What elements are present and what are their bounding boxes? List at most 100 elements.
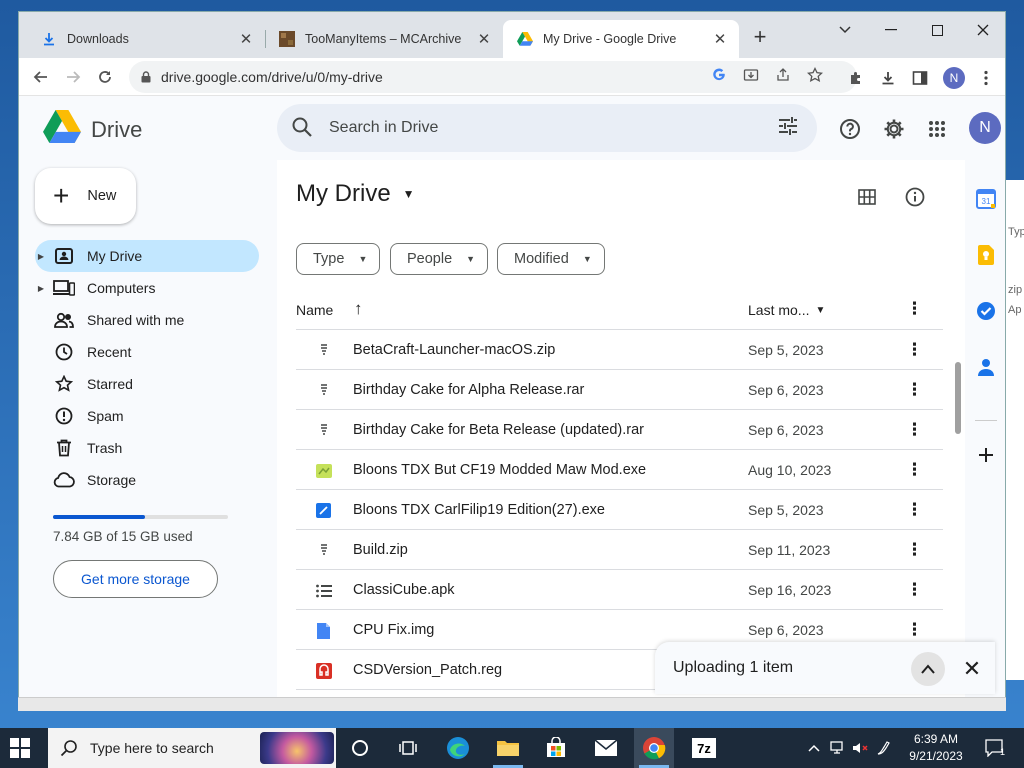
zip-icon <box>315 422 332 439</box>
minimize-button[interactable] <box>868 16 914 44</box>
side-panel-icon[interactable] <box>909 67 931 89</box>
filter-people-chip[interactable]: People ▼ <box>390 243 489 275</box>
windows-start-icon[interactable] <box>10 738 30 758</box>
bookmark-star-icon[interactable] <box>805 65 825 85</box>
profile-avatar[interactable]: N <box>943 67 965 89</box>
more-options-icon[interactable]: ⋮ <box>906 620 923 640</box>
window-close-button[interactable] <box>960 16 1005 44</box>
downloads-icon[interactable] <box>877 67 899 89</box>
expand-upload-button[interactable] <box>911 652 945 686</box>
tab-google-drive[interactable]: My Drive - Google Drive ✕ <box>503 20 739 58</box>
file-row[interactable]: Birthday Cake for Alpha Release.rar Sep 6… <box>296 370 943 410</box>
tab-search-icon[interactable] <box>822 16 868 44</box>
share-icon[interactable] <box>773 65 793 85</box>
chevron-up-icon[interactable] <box>806 740 822 756</box>
network-icon[interactable] <box>830 740 846 756</box>
search-icon[interactable] <box>291 116 315 140</box>
more-options-icon[interactable]: ⋮ <box>906 580 923 600</box>
nav-item-storage[interactable]: Storage <box>35 464 259 496</box>
more-options-icon[interactable]: ⋮ <box>906 299 923 319</box>
apps-grid-icon[interactable] <box>924 116 950 142</box>
tab-mcarchive[interactable]: TooManyItems – MCArchive ✕ <box>265 20 503 58</box>
sort-up-arrow-icon[interactable]: ↑ <box>354 299 363 319</box>
chrome-icon[interactable] <box>642 736 666 760</box>
new-button[interactable]: + New <box>35 168 136 224</box>
filter-type-chip[interactable]: Type ▼ <box>296 243 381 275</box>
reload-button[interactable] <box>91 63 119 91</box>
expand-caret-icon[interactable]: ▶ <box>35 252 47 261</box>
filter-modified-chip[interactable]: Modified ▼ <box>497 243 605 275</box>
edge-browser-icon[interactable] <box>446 736 470 760</box>
nav-item-recent[interactable]: Recent <box>35 336 259 368</box>
file-row[interactable]: BetaCraft-Launcher-macOS.zip Sep 5, 2023 ⋮ <box>296 330 943 370</box>
scrollbar-thumb[interactable] <box>955 362 961 434</box>
file-row[interactable]: ClassiCube.apk Sep 16, 2023 ⋮ <box>296 570 943 610</box>
close-icon[interactable]: ✕ <box>475 30 493 48</box>
google-drive-favicon <box>517 31 533 47</box>
mail-icon[interactable] <box>594 736 618 760</box>
contacts-icon[interactable] <box>975 356 997 378</box>
notification-center-icon[interactable]: 1 <box>984 738 1006 758</box>
calendar-icon[interactable]: 31 <box>975 188 997 210</box>
file-row[interactable]: Birthday Cake for Beta Release (updated)… <box>296 410 943 450</box>
file-explorer-icon[interactable] <box>496 736 520 760</box>
system-clock[interactable]: 6:39 AM 9/21/2023 <box>900 731 972 765</box>
nav-item-starred[interactable]: Starred <box>35 368 259 400</box>
new-tab-button[interactable]: + <box>747 25 773 51</box>
window-bottom-scrollbar <box>18 697 1006 711</box>
back-button[interactable] <box>27 63 55 91</box>
taskbar-search-box[interactable]: Type here to search <box>48 728 336 768</box>
account-avatar[interactable]: N <box>969 112 1001 144</box>
my-drive-icon <box>53 245 75 267</box>
column-modified-header[interactable]: Last mo... ▼ <box>748 302 825 318</box>
nav-item-trash[interactable]: Trash <box>35 432 259 464</box>
forward-button[interactable] <box>59 63 87 91</box>
add-icon[interactable] <box>975 444 997 466</box>
google-lens-icon[interactable] <box>709 65 729 85</box>
extensions-icon[interactable] <box>845 67 867 89</box>
keep-icon[interactable] <box>975 244 997 266</box>
search-input[interactable]: Search in Drive <box>329 119 777 137</box>
info-icon[interactable] <box>902 184 928 210</box>
help-icon[interactable] <box>837 116 863 142</box>
task-view-icon[interactable] <box>396 736 420 760</box>
more-options-icon[interactable]: ⋮ <box>906 340 923 360</box>
file-row[interactable]: Build.zip Sep 11, 2023 ⋮ <box>296 530 943 570</box>
file-modified-date: Sep 16, 2023 <box>748 582 832 598</box>
tab-downloads[interactable]: Downloads ✕ <box>27 20 265 58</box>
drive-logo[interactable]: Drive <box>43 110 142 149</box>
volume-muted-icon[interactable] <box>852 740 868 756</box>
get-more-storage-button[interactable]: Get more storage <box>53 560 218 598</box>
search-options-icon[interactable] <box>777 115 803 141</box>
more-options-icon[interactable]: ⋮ <box>906 420 923 440</box>
page-title[interactable]: My Drive ▼ <box>296 180 415 208</box>
more-options-icon[interactable]: ⋮ <box>906 540 923 560</box>
left-navigation: + New ▶ My Drive ▶ Computers Shared with… <box>19 160 277 710</box>
pen-workspace-icon[interactable] <box>876 740 892 756</box>
more-options-icon[interactable]: ⋮ <box>906 500 923 520</box>
nav-item-computers[interactable]: ▶ Computers <box>35 272 259 304</box>
install-app-icon[interactable] <box>741 65 761 85</box>
expand-caret-icon[interactable]: ▶ <box>35 284 47 293</box>
column-name-header[interactable]: Name <box>296 302 333 318</box>
nav-item-my-drive[interactable]: ▶ My Drive <box>35 240 259 272</box>
nav-item-shared-with-me[interactable]: Shared with me <box>35 304 259 336</box>
more-options-icon[interactable]: ⋮ <box>906 460 923 480</box>
search-bar[interactable]: Search in Drive <box>277 104 817 152</box>
settings-gear-icon[interactable] <box>881 116 907 142</box>
grid-view-icon[interactable] <box>854 184 880 210</box>
notification-count: 1 <box>1000 747 1005 757</box>
menu-icon[interactable] <box>975 67 997 89</box>
close-icon[interactable]: ✕ <box>711 30 729 48</box>
close-icon[interactable]: ✕ <box>237 30 255 48</box>
file-row[interactable]: Bloons TDX But CF19 Modded Maw Mod.exe Au… <box>296 450 943 490</box>
microsoft-store-icon[interactable] <box>544 736 568 760</box>
tasks-icon[interactable] <box>975 300 997 322</box>
maximize-button[interactable] <box>914 16 960 44</box>
7zip-icon[interactable]: 7z <box>692 736 716 760</box>
close-upload-button[interactable]: ✕ <box>957 654 987 684</box>
nav-item-spam[interactable]: Spam <box>35 400 259 432</box>
cortana-icon[interactable] <box>348 736 372 760</box>
file-row[interactable]: Bloons TDX CarlFilip19 Edition(27).exe Se… <box>296 490 943 530</box>
more-options-icon[interactable]: ⋮ <box>906 380 923 400</box>
